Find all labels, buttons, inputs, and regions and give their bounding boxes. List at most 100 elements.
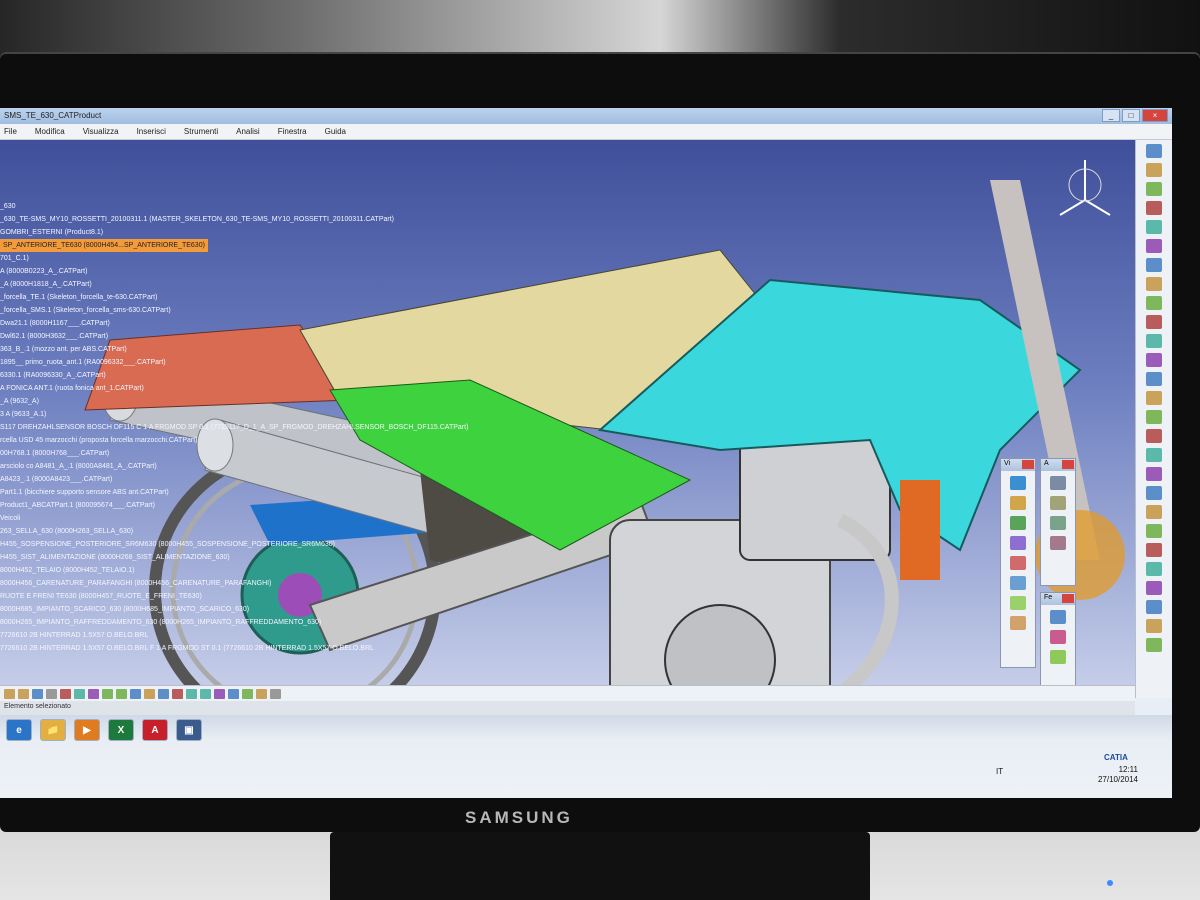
tree-item[interactable]: A FONICA ANT.1 (ruota fonica ant_1.CATPa… (0, 382, 460, 395)
tree-item[interactable]: _forcella_TE.1 (Skeleton_forcella_te-630… (0, 291, 460, 304)
toolbar-icon[interactable] (1146, 334, 1162, 348)
toolbar-icon[interactable] (1146, 505, 1162, 519)
new-icon[interactable] (4, 688, 15, 699)
hide-show-icon[interactable] (1010, 596, 1026, 610)
tree-item[interactable]: 8000H265_IMPIANTO_RAFFREDDAMENTO_630 (80… (0, 616, 460, 629)
fly-icon[interactable] (130, 688, 141, 699)
zoom-in-icon[interactable] (186, 688, 197, 699)
redo-icon[interactable] (116, 688, 127, 699)
rotate-icon[interactable] (172, 688, 183, 699)
toolbar-icon[interactable] (1146, 144, 1162, 158)
toolbar-icon[interactable] (1146, 258, 1162, 272)
toolbar-header[interactable]: Fe (1041, 593, 1075, 605)
language-indicator[interactable]: IT (996, 767, 1003, 776)
3d-viewport[interactable]: _630 _630_TE-SMS_MY10_ROSSETTI_20100311.… (0, 140, 1135, 685)
distance-icon[interactable] (1050, 536, 1066, 550)
tree-item[interactable]: Dwa21.1 (8000H1167___.CATPart) (0, 317, 460, 330)
toolbar-icon[interactable] (1146, 448, 1162, 462)
tree-item[interactable]: Product1_ABCATPart.1 (800095674___.CATPa… (0, 499, 460, 512)
menu-guida[interactable]: Guida (325, 127, 346, 136)
render-style-icon[interactable] (1010, 616, 1026, 630)
toolbar-icon[interactable] (1146, 296, 1162, 310)
tree-item[interactable]: _630_TE-SMS_MY10_ROSSETTI_20100311.1 (MA… (0, 213, 460, 226)
toolbar-icon[interactable] (1146, 581, 1162, 595)
iso-view-icon[interactable] (228, 688, 239, 699)
tree-item[interactable]: 1895__ primo_ruota_ant.1 (RA0096332___.C… (0, 356, 460, 369)
tree-item[interactable]: Veicoli (0, 512, 460, 525)
ie-icon[interactable]: e (6, 719, 32, 741)
specification-tree[interactable]: _630 _630_TE-SMS_MY10_ROSSETTI_20100311.… (0, 200, 468, 655)
toolbar-icon[interactable] (1146, 201, 1162, 215)
toolbar-icon[interactable] (1146, 391, 1162, 405)
rotate-icon[interactable] (1010, 536, 1026, 550)
copy-icon[interactable] (74, 688, 85, 699)
acrobat-icon[interactable]: A (142, 719, 168, 741)
tree-item[interactable]: S117 DREHZAHLSENSOR BOSCH DF115 C 1 A FR… (0, 421, 468, 434)
folder-icon[interactable]: 📁 (40, 719, 66, 741)
toolbar-icon[interactable] (1146, 638, 1162, 652)
tree-item[interactable]: rcella USD 45 marzocchi (proposta forcel… (0, 434, 460, 447)
fly-mode-icon[interactable] (1010, 476, 1026, 490)
tree-item[interactable]: 8000H452_TELAIO (8000H452_TELAIO.1) (0, 564, 460, 577)
toolbar-icon[interactable] (1146, 410, 1162, 424)
cut-icon[interactable] (60, 688, 71, 699)
menu-strumenti[interactable]: Strumenti (184, 127, 218, 136)
toolbar-icon[interactable] (1146, 486, 1162, 500)
undo-icon[interactable] (102, 688, 113, 699)
feature-icon[interactable] (1050, 610, 1066, 624)
paste-icon[interactable] (88, 688, 99, 699)
close-button[interactable]: × (1142, 109, 1168, 122)
toolbar-header[interactable]: Vi (1001, 459, 1035, 471)
floating-toolbar-analysis[interactable]: A (1040, 458, 1076, 586)
toolbar-icon[interactable] (1146, 220, 1162, 234)
open-icon[interactable] (18, 688, 29, 699)
toolbar-icon[interactable] (1146, 524, 1162, 538)
tree-item[interactable]: 00H768.1 (8000H768___.CATPart) (0, 447, 460, 460)
tree-item-selected[interactable]: SP_ANTERIORE_TE630 (8000H454...SP_ANTERI… (0, 239, 208, 252)
fit-all-icon[interactable] (1010, 496, 1026, 510)
toolbar-icon[interactable] (1146, 600, 1162, 614)
tree-item[interactable]: 8000H685_IMPIANTO_SCARICO_630 (8000H685_… (0, 603, 460, 616)
print-icon[interactable] (46, 688, 57, 699)
measure-icon[interactable] (1050, 476, 1066, 490)
tree-item[interactable]: _A (9632_A) (0, 395, 460, 408)
tree-item[interactable]: _forcella_SMS.1 (Skeleton_forcella_sms-6… (0, 304, 460, 317)
toolbar-icon[interactable] (1146, 562, 1162, 576)
tree-item[interactable]: RUOTE E FRENI TE630 (8000H457_RUOTE_E_FR… (0, 590, 460, 603)
tree-item[interactable]: A (8000B0223_A_.CATPart) (0, 265, 460, 278)
tree-item[interactable]: 8000H456_CARENATURE_PARAFANGHI (8000H456… (0, 577, 460, 590)
tree-item[interactable]: 363_B_.1 (mozzo ant. per ABS.CATPart) (0, 343, 460, 356)
save-icon[interactable] (32, 688, 43, 699)
feature-icon[interactable] (1050, 650, 1066, 664)
tree-item[interactable]: _A (8000H1818_A_.CATPart) (0, 278, 460, 291)
tree-item[interactable]: A8423_.1 (8000A8423___.CATPart) (0, 473, 460, 486)
close-icon[interactable] (1062, 460, 1074, 469)
tree-item[interactable]: Dwl62.1 (8000H3632___.CATPart) (0, 330, 460, 343)
hide-icon[interactable] (256, 688, 267, 699)
tree-item[interactable]: Part1.1 (bicchiere supporto sensore ABS … (0, 486, 460, 499)
toolbar-icon[interactable] (1146, 182, 1162, 196)
tree-item[interactable]: H455_SIST_ALIMENTAZIONE (8000H268_SIST_A… (0, 551, 460, 564)
zoom-icon[interactable] (1010, 556, 1026, 570)
menu-finestra[interactable]: Finestra (278, 127, 307, 136)
floating-toolbar-features[interactable]: Fe (1040, 592, 1076, 685)
tree-item[interactable]: GOMBRI_ESTERNI (Product8.1) (0, 226, 460, 239)
minimize-button[interactable]: _ (1102, 109, 1120, 122)
menu-file[interactable]: File (4, 127, 17, 136)
menu-inserisci[interactable]: Inserisci (137, 127, 166, 136)
media-player-icon[interactable]: ▶ (74, 719, 100, 741)
compass-icon[interactable] (1059, 160, 1111, 216)
tree-item[interactable]: 6330.1 (RA0096330_A_.CATPart) (0, 369, 460, 382)
pan-icon[interactable] (1010, 516, 1026, 530)
toolbar-icon[interactable] (1146, 239, 1162, 253)
maximize-button[interactable]: □ (1122, 109, 1140, 122)
toolbar-icon[interactable] (1146, 163, 1162, 177)
tree-item[interactable]: 3 A (9633_A.1) (0, 408, 460, 421)
close-icon[interactable] (1022, 460, 1034, 469)
pan-icon[interactable] (158, 688, 169, 699)
normal-view-icon[interactable] (214, 688, 225, 699)
zoom-out-icon[interactable] (200, 688, 211, 699)
toolbar-icon[interactable] (1146, 372, 1162, 386)
system-clock[interactable]: 12:11 27/10/2014 (1098, 765, 1138, 785)
section-icon[interactable] (1050, 516, 1066, 530)
